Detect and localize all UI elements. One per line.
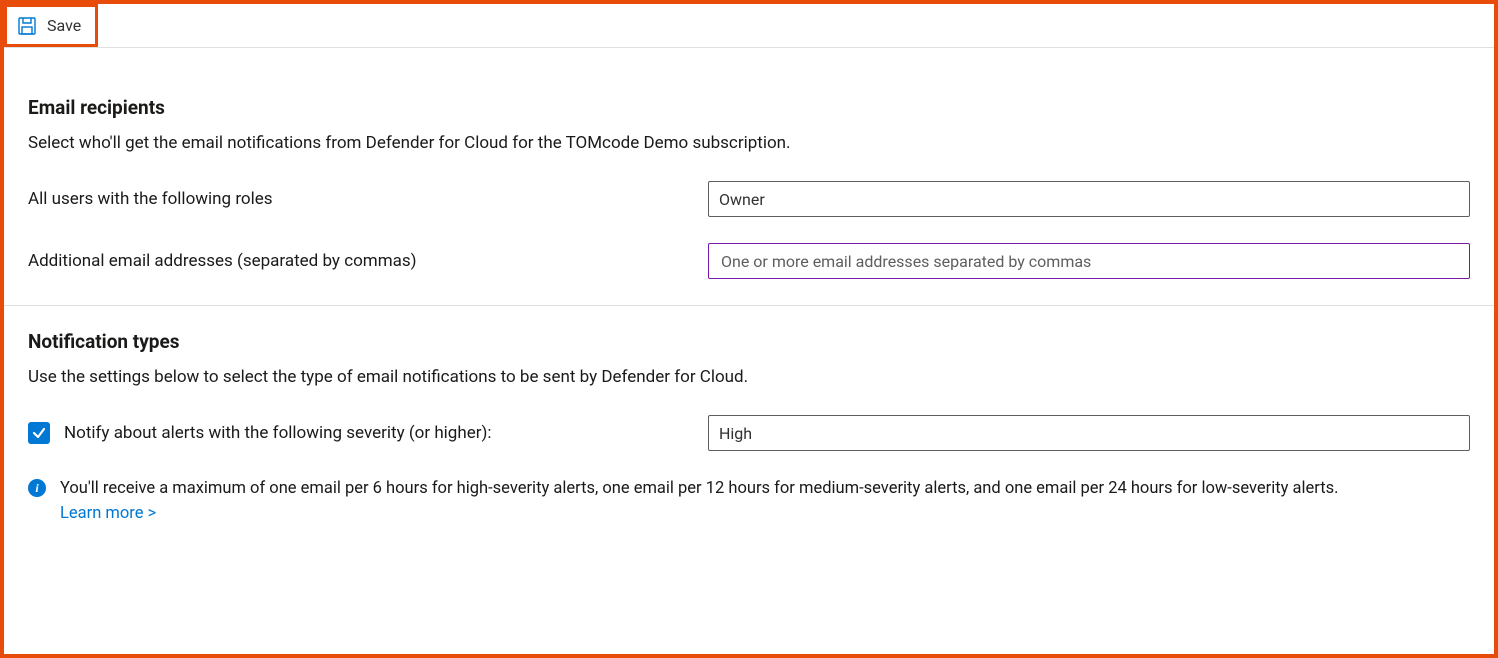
save-button[interactable]: Save [4,4,98,47]
check-icon [32,426,46,440]
emails-field-row: Additional email addresses (separated by… [28,243,1470,279]
content-area: Email recipients Select who'll get the e… [4,48,1494,525]
emails-input-wrapper [708,243,1470,279]
roles-label: All users with the following roles [28,189,708,209]
notifications-heading: Notification types [28,330,1470,353]
severity-dropdown-value: High [719,424,752,443]
save-button-label: Save [47,16,81,35]
recipients-description: Select who'll get the email notification… [28,133,1470,153]
info-row: i You'll receive a maximum of one email … [28,477,1470,525]
toolbar: Save [4,4,1494,48]
severity-checkbox[interactable] [28,422,50,444]
settings-panel: Save Email recipients Select who'll get … [0,0,1498,658]
section-divider [4,305,1494,306]
severity-label-wrap: Notify about alerts with the following s… [28,422,708,444]
recipients-heading: Email recipients [28,96,1470,119]
severity-field-row: Notify about alerts with the following s… [28,415,1470,451]
roles-dropdown-value: Owner [719,190,765,209]
save-icon [17,16,37,36]
emails-label: Additional email addresses (separated by… [28,251,708,271]
roles-field-row: All users with the following roles Owner [28,181,1470,217]
severity-dropdown[interactable]: High [708,415,1470,451]
emails-input[interactable] [719,251,1459,272]
learn-more-link[interactable]: Learn more > [60,502,156,525]
info-icon: i [28,479,46,497]
severity-label: Notify about alerts with the following s… [64,423,492,443]
notifications-description: Use the settings below to select the typ… [28,367,1470,387]
info-text: You'll receive a maximum of one email pe… [60,479,1339,498]
info-text-block: You'll receive a maximum of one email pe… [60,477,1339,525]
roles-dropdown[interactable]: Owner [708,181,1470,217]
